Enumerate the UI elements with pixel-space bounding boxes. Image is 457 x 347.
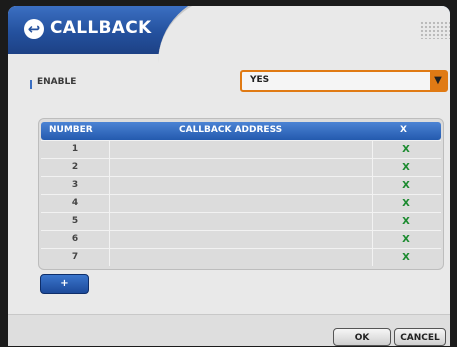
delete-row-button[interactable]: X [371, 159, 441, 176]
back-arrow-icon[interactable]: ↩ [24, 19, 44, 39]
row-number: 3 [71, 180, 79, 190]
callback-dialog: ↩ CALLBACK ENABLE YES ▼ NUMBER CALLBACK … [8, 6, 450, 346]
delete-row-button[interactable]: X [371, 195, 441, 212]
titlebar-curve [158, 6, 450, 63]
row-number: 6 [71, 234, 79, 244]
delete-row-button[interactable]: X [371, 231, 441, 248]
delete-row-button[interactable]: X [371, 249, 441, 266]
table-row[interactable]: 5 X [41, 212, 441, 230]
titlebar: ↩ CALLBACK [8, 6, 450, 63]
table-row[interactable]: 1 X [41, 140, 441, 158]
column-header-number: NUMBER [49, 125, 93, 135]
dot-pattern [420, 21, 450, 39]
enable-select-value: YES [250, 75, 270, 85]
column-header-delete: X [400, 125, 407, 135]
enable-select[interactable]: YES ▼ [240, 70, 448, 92]
table-row[interactable]: 7 X [41, 248, 441, 266]
callback-address-cell[interactable] [109, 231, 373, 248]
delete-row-button[interactable]: X [371, 141, 441, 158]
table-row[interactable]: 4 X [41, 194, 441, 212]
delete-row-button[interactable]: X [371, 213, 441, 230]
callback-address-cell[interactable] [109, 213, 373, 230]
callback-address-cell[interactable] [109, 141, 373, 158]
dialog-title: CALLBACK [50, 18, 152, 38]
row-number: 5 [71, 216, 79, 226]
row-number: 4 [71, 198, 79, 208]
enable-label: ENABLE [37, 77, 77, 87]
enable-marker [30, 80, 32, 89]
delete-row-button[interactable]: X [371, 177, 441, 194]
table-row[interactable]: 3 X [41, 176, 441, 194]
column-header-address: CALLBACK ADDRESS [179, 125, 283, 135]
callback-address-cell[interactable] [109, 159, 373, 176]
table-row[interactable]: 2 X [41, 158, 441, 176]
callback-address-cell[interactable] [109, 195, 373, 212]
chevron-down-icon[interactable]: ▼ [430, 72, 446, 90]
callback-table: NUMBER CALLBACK ADDRESS X 1 X 2 X 3 X 4 … [38, 118, 444, 270]
ok-button[interactable]: OK [333, 328, 391, 346]
row-number: 7 [71, 252, 79, 262]
row-number: 1 [71, 144, 79, 154]
table-row[interactable]: 6 X [41, 230, 441, 248]
callback-address-cell[interactable] [109, 177, 373, 194]
add-row-button[interactable]: + [40, 274, 89, 294]
cancel-button[interactable]: CANCEL [394, 328, 446, 346]
row-number: 2 [71, 162, 79, 172]
table-header: NUMBER CALLBACK ADDRESS X [41, 122, 441, 140]
callback-address-cell[interactable] [109, 249, 373, 266]
